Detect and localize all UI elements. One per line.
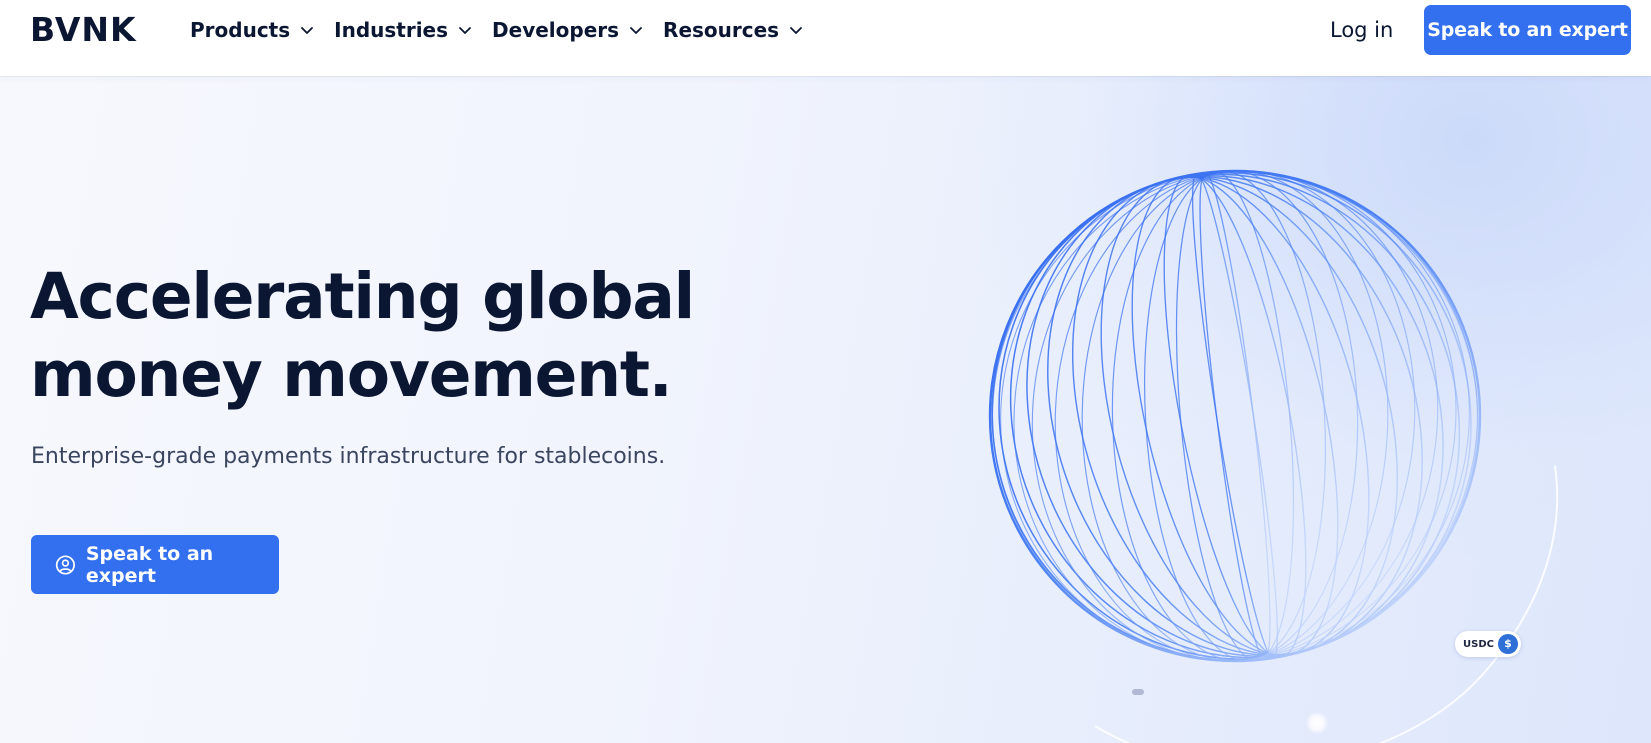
globe-meridian-line: [1047, 176, 1423, 656]
chevron-down-icon: [459, 27, 471, 34]
hero-speak-to-expert-button[interactable]: Speak to an expert: [31, 535, 279, 594]
site-header: BVNK Products Industries Developers Reso…: [0, 0, 1651, 76]
globe-meridian-line: [1026, 175, 1444, 657]
globe-meridian-line: [1081, 170, 1389, 662]
nav-item-resources[interactable]: Resources: [663, 16, 803, 44]
headline-line-2: money movement.: [30, 338, 673, 411]
chevron-down-icon: [301, 27, 314, 34]
usdc-coin-icon: $: [1498, 634, 1518, 654]
hero-section: Accelerating global money movement. Ente…: [0, 76, 1651, 743]
globe-meridian-line: [1131, 175, 1339, 657]
usdc-badge: USDC $: [1455, 631, 1521, 657]
globe-meridian-line: [1163, 174, 1307, 658]
globe-meridian-line: [1175, 171, 1295, 661]
hero-subheadline: Enterprise-grade payments infrastructure…: [31, 444, 666, 469]
nav-item-label: Developers: [492, 18, 620, 42]
hero-headline: Accelerating global money movement.: [30, 258, 730, 414]
globe-meridian-line: [1143, 170, 1327, 662]
bvnk-logo[interactable]: BVNK: [30, 12, 137, 48]
small-orbit-marker: [1132, 689, 1144, 695]
nav-item-label: Industries: [334, 18, 449, 42]
globe-meridian-line: [1071, 176, 1399, 656]
nav-item-label: Resources: [663, 18, 780, 42]
hero-cta-label: Speak to an expert: [85, 542, 214, 587]
usdc-label: USDC: [1463, 638, 1494, 650]
globe-meridian-line: [1199, 172, 1271, 660]
chevron-down-icon: [790, 27, 802, 34]
nav-item-products[interactable]: Products: [190, 16, 314, 44]
nav-item-developers[interactable]: Developers: [492, 16, 643, 44]
speak-to-expert-button[interactable]: Speak to an expert: [1424, 5, 1631, 55]
nav-item-industries[interactable]: Industries: [334, 16, 472, 44]
login-link[interactable]: Log in: [1330, 16, 1393, 44]
orbit-glow-marker: [1306, 712, 1328, 734]
globe-meridian-line: [1000, 170, 1470, 662]
globe-meridian-line: [1054, 170, 1416, 662]
globe-meridian-line: [989, 170, 1481, 662]
globe-meridian-line: [1191, 173, 1279, 659]
nav-item-label: Products: [190, 18, 291, 42]
main-nav: Products Industries Developers Resources: [190, 16, 823, 44]
orbit-ring: [1094, 465, 1559, 743]
headline-line-1: Accelerating global: [30, 260, 695, 333]
chevron-down-icon: [630, 27, 642, 34]
person-circle-icon: [55, 554, 75, 575]
